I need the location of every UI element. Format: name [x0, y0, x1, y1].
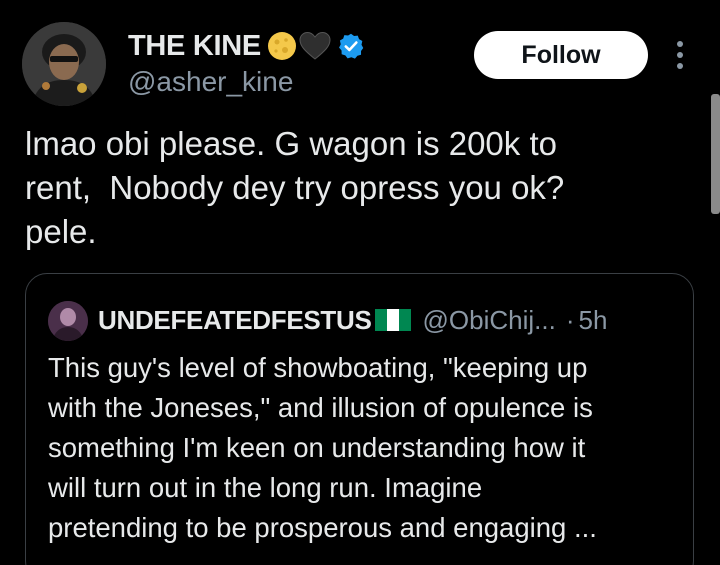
- quoted-author-avatar: [48, 301, 88, 341]
- more-options-icon[interactable]: [670, 38, 690, 72]
- quoted-text-line: with the Joneses," and illusion of opule…: [48, 392, 593, 423]
- verified-badge-icon: [339, 33, 364, 59]
- quoted-tweet-header: UNDEFEATEDFESTUS @ObiChij... · 5h: [98, 300, 607, 340]
- quoted-text-line: something I'm keen on understanding how …: [48, 432, 586, 463]
- moon-emoji-icon: [267, 32, 296, 60]
- tweet-text-line: rent, Nobody dey try opress you ok?: [25, 169, 565, 206]
- tweet-text: lmao obi please. G wagon is 200k to rent…: [25, 122, 705, 254]
- quoted-author-name[interactable]: UNDEFEATEDFESTUS: [98, 305, 372, 336]
- quoted-tweet-text: This guy's level of showboating, "keepin…: [48, 348, 688, 548]
- quoted-text-line: will turn out in the long run. Imagine: [48, 472, 483, 503]
- quoted-text-line: This guy's level of showboating, "keepin…: [48, 352, 588, 383]
- scrollbar-thumb[interactable]: [711, 94, 720, 214]
- nigeria-flag-icon: [374, 309, 411, 331]
- header-separator: ·: [565, 304, 575, 335]
- quoted-author-handle[interactable]: @ObiChij...: [423, 305, 556, 336]
- tweet-view: THE KINE @asher_kine Follow lmao obi ple…: [0, 0, 720, 565]
- follow-button[interactable]: Follow: [474, 31, 648, 79]
- author-name-row: THE KINE: [128, 26, 365, 66]
- tweet-text-line: pele.: [25, 213, 97, 250]
- author-handle[interactable]: @asher_kine: [128, 66, 293, 98]
- author-avatar[interactable]: [22, 22, 106, 106]
- avatar-image: [22, 22, 106, 106]
- quoted-avatar-image: [48, 301, 88, 341]
- tweet-text-line: lmao obi please. G wagon is 200k to: [25, 125, 557, 162]
- quoted-tweet-card[interactable]: UNDEFEATEDFESTUS @ObiChij... · 5h This g…: [25, 273, 694, 565]
- quoted-tweet-timestamp[interactable]: 5h: [579, 305, 608, 336]
- black-heart-icon: [299, 31, 331, 60]
- quoted-text-line: pretending to be prosperous and engaging…: [48, 512, 597, 543]
- author-name[interactable]: THE KINE: [128, 30, 261, 63]
